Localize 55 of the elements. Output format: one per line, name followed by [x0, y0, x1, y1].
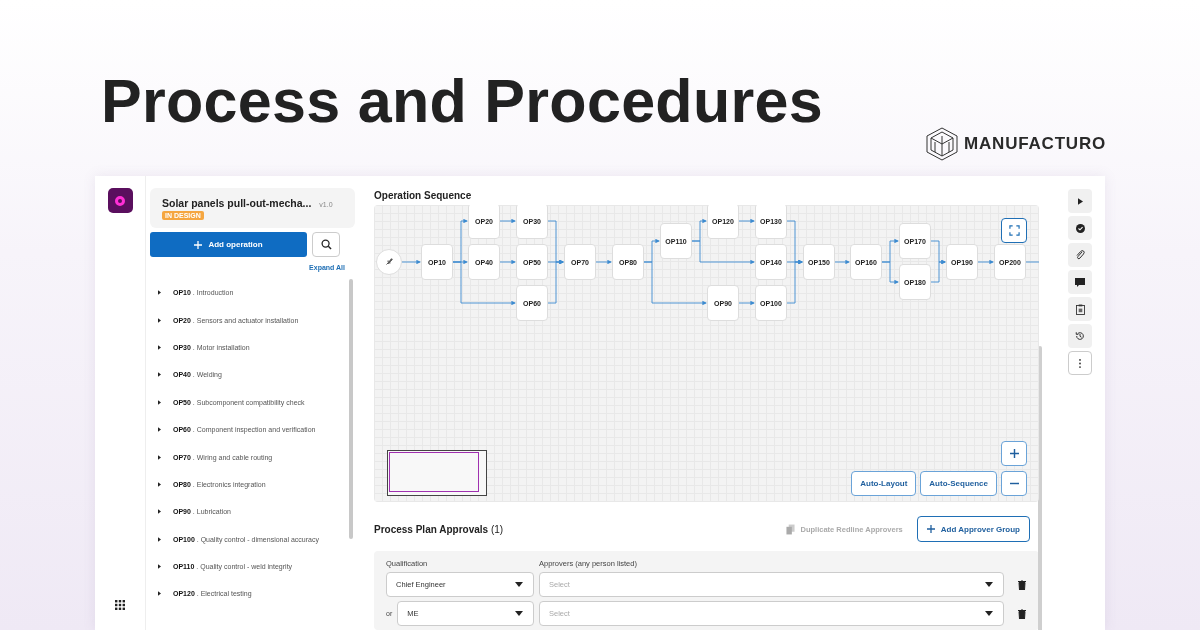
cube-logo-icon: [926, 127, 959, 161]
comment-icon: [1075, 277, 1085, 287]
dropdown-caret-icon: [985, 611, 993, 616]
clipboard-button[interactable]: [1068, 297, 1092, 321]
add-operation-button[interactable]: Add operation: [150, 232, 307, 257]
expand-caret-icon: [158, 317, 161, 323]
expand-caret-icon: [158, 591, 161, 597]
copy-icon: [786, 523, 796, 535]
add-approver-group-button[interactable]: Add Approver Group: [916, 516, 1030, 542]
trash-icon[interactable]: [1018, 579, 1026, 590]
expand-caret-icon: [158, 399, 161, 405]
expand-caret-icon: [158, 372, 161, 378]
play-icon: [1077, 197, 1083, 205]
section-title: Process Plan Approvals (1): [374, 523, 504, 535]
plus-icon: [194, 240, 203, 249]
dropdown-caret-icon: [515, 611, 523, 616]
app-logo-icon: [107, 188, 133, 213]
scrollbar[interactable]: [1038, 346, 1042, 630]
page-headline: Process and Procedures: [101, 68, 824, 134]
comment-button[interactable]: [1068, 270, 1092, 294]
plus-icon: [926, 525, 935, 533]
fullscreen-icon: [1008, 225, 1020, 236]
fullscreen-button[interactable]: [1001, 218, 1027, 243]
expand-caret-icon: [158, 290, 161, 296]
scrollbar[interactable]: [349, 279, 353, 539]
dropdown-caret-icon: [515, 582, 523, 587]
brand-name: MANUFACTURO: [964, 134, 1106, 154]
expand-caret-icon: [158, 536, 161, 542]
zoom-in-button[interactable]: [1001, 441, 1027, 466]
plan-title: Solar panels pull-out-mecha...: [162, 197, 312, 209]
layout-button[interactable]: Auto-Sequence: [920, 471, 997, 496]
apps-grid-icon[interactable]: [115, 600, 125, 610]
check-circle-icon: [1075, 223, 1085, 233]
play-button[interactable]: [1068, 189, 1092, 213]
expand-caret-icon: [158, 427, 161, 433]
expand-caret-icon: [158, 564, 161, 570]
dropdown-caret-icon: [985, 582, 993, 587]
search-icon: [320, 239, 332, 250]
attachment-button[interactable]: [1068, 243, 1092, 267]
section-title: Operation Sequence: [374, 190, 473, 201]
search-button[interactable]: [312, 232, 340, 257]
history-icon: [1075, 331, 1085, 341]
zoom-out-button[interactable]: [1001, 471, 1027, 496]
minimap[interactable]: [387, 450, 487, 496]
expand-caret-icon: [158, 481, 161, 487]
expand-caret-icon: [158, 509, 161, 515]
expand-caret-icon: [158, 344, 161, 350]
layout-button[interactable]: Auto-Layout: [851, 471, 917, 496]
plus-icon: [1009, 449, 1019, 458]
history-button[interactable]: [1068, 324, 1092, 348]
trash-icon[interactable]: [1018, 608, 1026, 619]
paperclip-icon: [1075, 250, 1085, 260]
clipboard-icon: [1075, 303, 1085, 315]
approve-button[interactable]: [1068, 216, 1092, 240]
expand-caret-icon: [158, 454, 161, 460]
